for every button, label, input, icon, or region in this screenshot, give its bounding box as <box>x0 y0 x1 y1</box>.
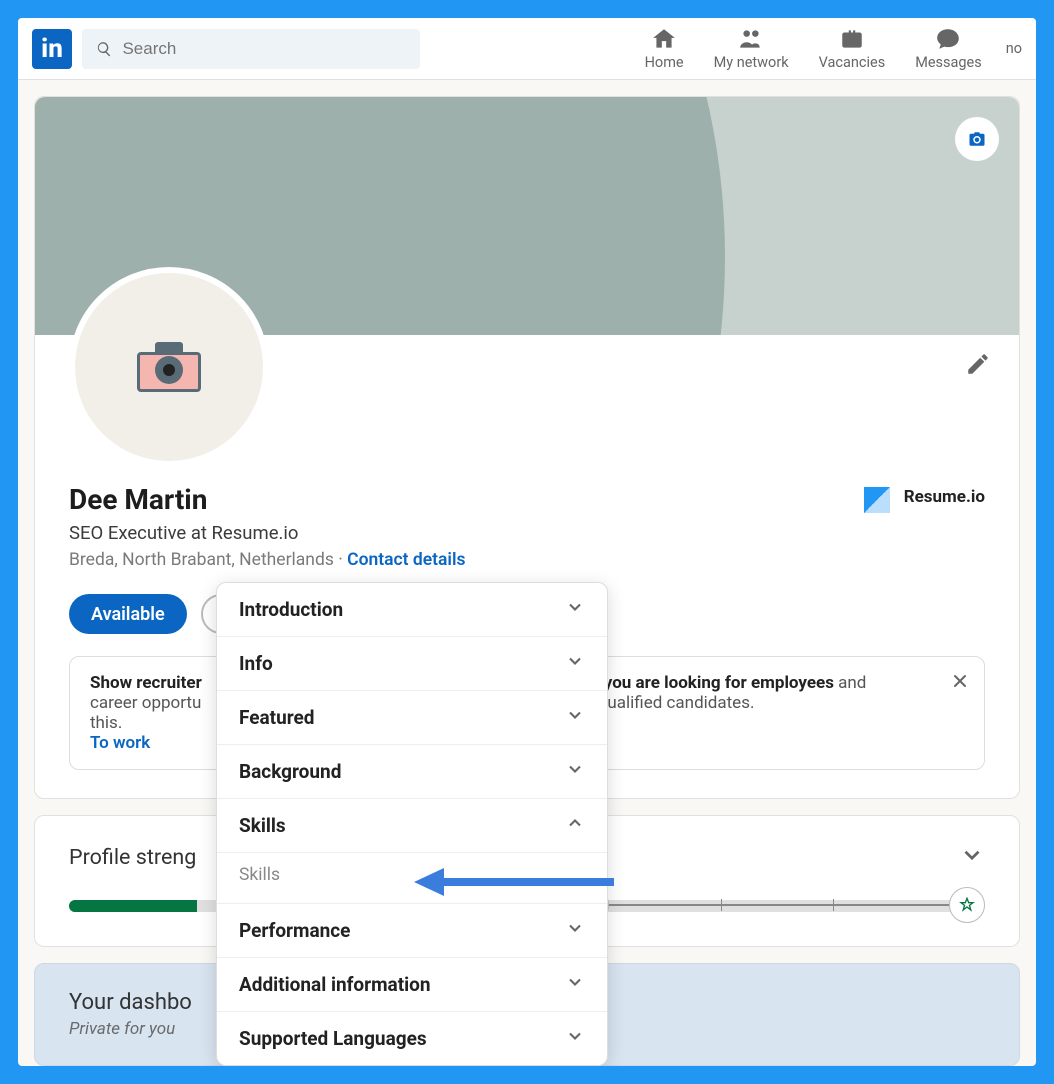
briefcase-icon <box>839 26 865 52</box>
dropdown-item-background[interactable]: Background <box>217 745 607 799</box>
chevron-down-icon <box>565 918 585 943</box>
promo-title: Show recruiter <box>90 673 202 693</box>
strength-stop-star <box>949 887 985 923</box>
dropdown-item-performance[interactable]: Performance <box>217 904 607 958</box>
chevron-up-icon <box>565 813 585 838</box>
chat-icon <box>935 26 961 52</box>
nav-jobs-label: Vacancies <box>819 54 886 71</box>
add-part-dropdown: Introduction Info Featured Background Sk… <box>216 582 608 1066</box>
chevron-down-icon <box>565 1026 585 1051</box>
promo-link-left[interactable]: To work <box>90 733 150 753</box>
star-icon <box>959 897 975 913</box>
nav-messages[interactable]: Messages <box>915 26 982 71</box>
dropdown-item-skills[interactable]: Skills <box>217 799 607 853</box>
contact-details-link[interactable]: Contact details <box>347 550 465 570</box>
chevron-down-icon <box>565 651 585 676</box>
nav-jobs[interactable]: Vacancies <box>819 26 886 71</box>
annotation-arrow <box>414 862 614 906</box>
available-button[interactable]: Available <box>69 594 187 634</box>
search-input[interactable] <box>122 39 406 59</box>
profile-location: Breda, North Brabant, Netherlands <box>69 550 334 570</box>
nav-network[interactable]: My network <box>714 26 789 71</box>
camera-icon <box>137 342 201 392</box>
dropdown-item-featured[interactable]: Featured <box>217 691 607 745</box>
nav-home-label: Home <box>645 54 684 71</box>
home-icon <box>651 26 677 52</box>
pencil-icon <box>965 351 991 377</box>
people-icon <box>738 26 764 52</box>
dropdown-item-info[interactable]: Info <box>217 637 607 691</box>
edit-cover-button[interactable] <box>955 117 999 161</box>
company-logo <box>864 487 890 513</box>
edit-profile-button[interactable] <box>965 351 991 381</box>
chevron-down-icon <box>565 705 585 730</box>
nav-truncated: no <box>1006 40 1022 57</box>
profile-headline: SEO Executive at Resume.io <box>69 522 466 544</box>
nav-network-label: My network <box>714 54 789 71</box>
dropdown-item-languages[interactable]: Supported Languages <box>217 1012 607 1065</box>
dropdown-item-introduction[interactable]: Introduction <box>217 583 607 637</box>
collapse-button[interactable] <box>959 842 985 872</box>
profile-name: Dee Martin <box>69 483 466 516</box>
company-name: Resume.io <box>904 487 985 507</box>
current-company[interactable]: Resume.io <box>864 487 985 570</box>
search-box[interactable] <box>82 29 420 69</box>
chevron-down-icon <box>565 759 585 784</box>
nav-messages-label: Messages <box>915 54 982 71</box>
nav-home[interactable]: Home <box>645 26 684 71</box>
close-icon[interactable] <box>950 671 970 696</box>
profile-strength-title: Profile streng <box>69 845 196 870</box>
top-navbar: in Home My network Vacancies Messages <box>18 18 1036 80</box>
linkedin-logo[interactable]: in <box>32 29 72 69</box>
avatar[interactable] <box>69 267 269 467</box>
chevron-down-icon <box>565 597 585 622</box>
camera-icon <box>967 130 987 148</box>
search-icon <box>96 40 112 58</box>
dropdown-item-additional[interactable]: Additional information <box>217 958 607 1012</box>
chevron-down-icon <box>565 972 585 997</box>
chevron-down-icon <box>959 842 985 868</box>
